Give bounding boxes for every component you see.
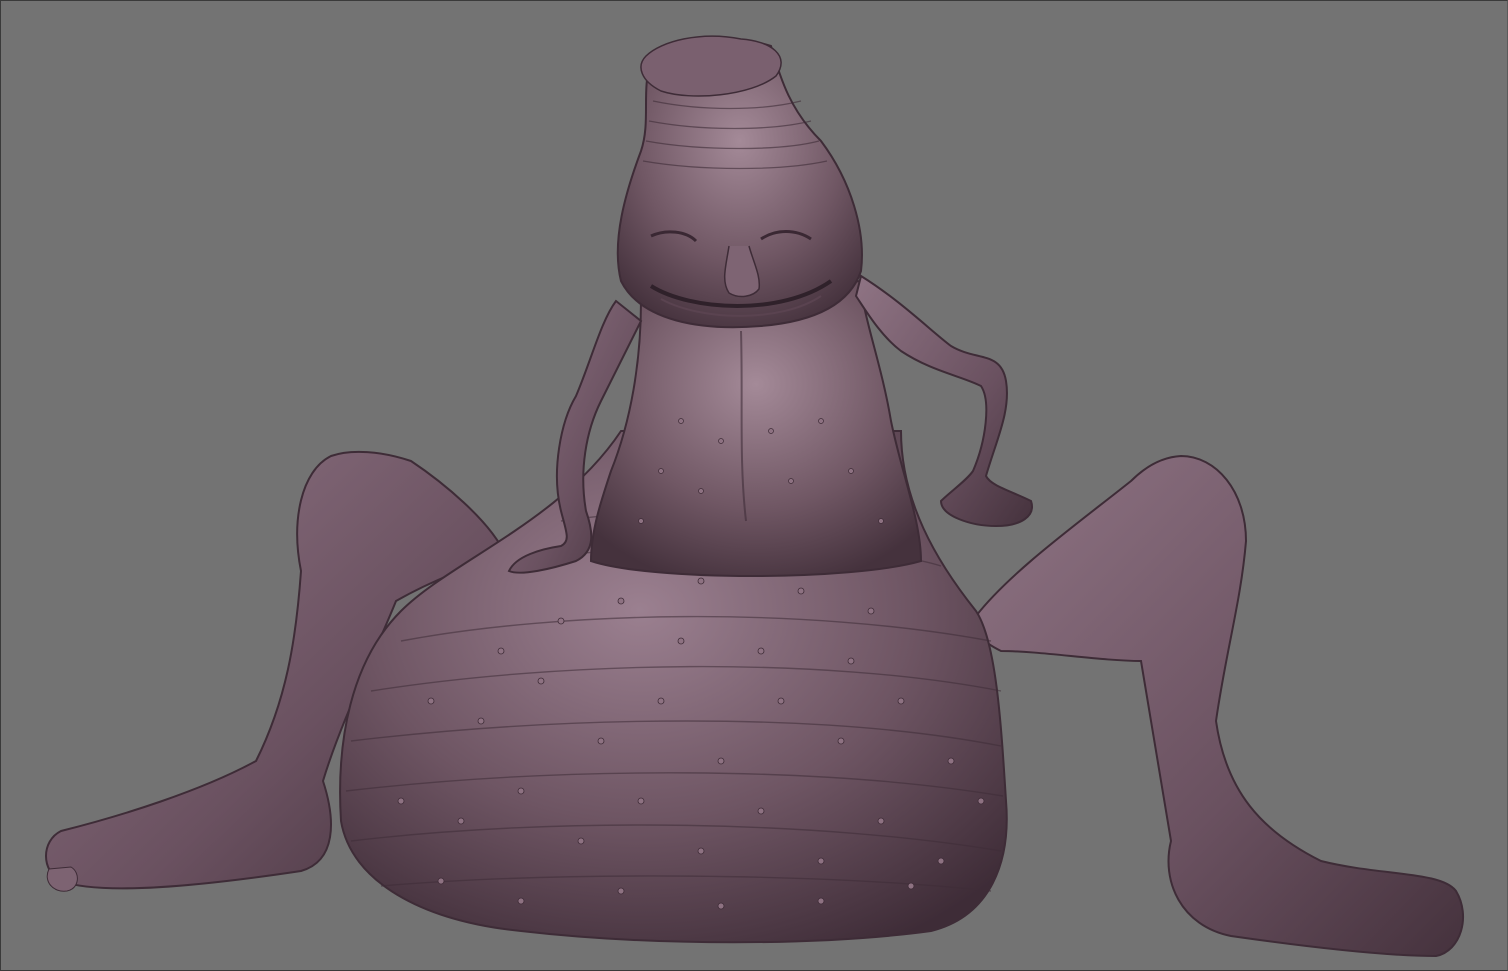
sculpt-model-icon[interactable] (1, 1, 1508, 971)
3d-viewport[interactable] (0, 0, 1508, 971)
right-leg (973, 454, 1465, 958)
head (616, 35, 863, 329)
